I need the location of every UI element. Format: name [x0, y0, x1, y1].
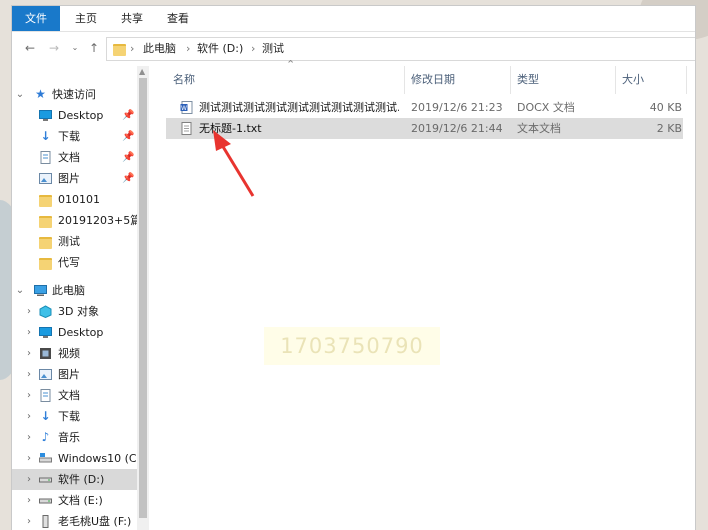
annotation-arrow	[213, 130, 255, 197]
watermark: 1703750790	[264, 327, 440, 365]
